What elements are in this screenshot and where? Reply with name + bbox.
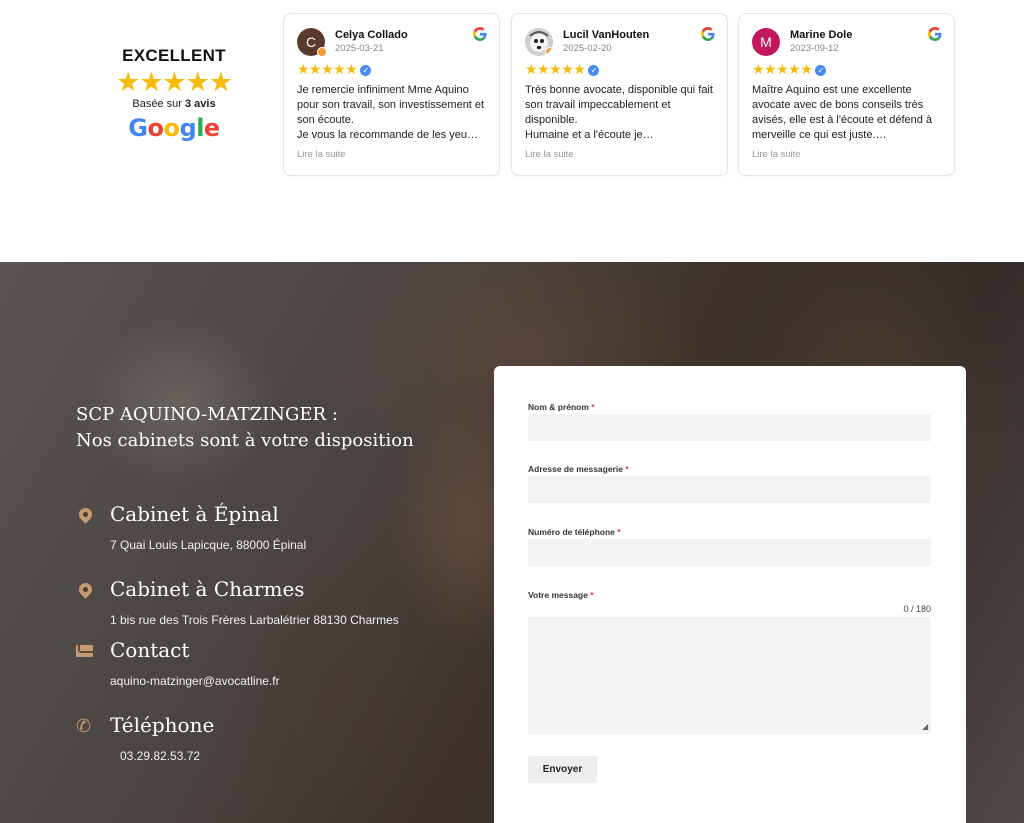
badge-icon [545,47,553,56]
rating-summary: EXCELLENT ★★★★★ Basée sur 3 avis Google [104,46,244,142]
email-field[interactable] [528,476,931,503]
read-more-link[interactable]: Lire la suite [297,149,346,160]
email-label-text: Adresse de messagerie [528,464,623,474]
review-date: 2025-03-21 [335,43,384,54]
google-g-icon [473,27,487,41]
reviewer-name: Lucil VanHouten [563,29,650,41]
google-logo-letter: o [163,114,181,142]
review-text: Je remercie infiniment Mme Aquino pour s… [297,84,485,141]
read-more-link[interactable]: Lire la suite [525,149,574,160]
google-g-icon [701,27,715,41]
required-mark: * [617,527,621,537]
message-label: Votre message * [528,590,594,600]
map-pin-icon [76,505,95,524]
contact-form: Nom & prénom * Adresse de messagerie * N… [494,366,966,823]
verified-check-icon: ✓ [815,65,827,76]
avatar: C [297,28,327,57]
phone-link[interactable]: 03.29.82.53.72 [120,749,200,763]
message-field[interactable] [528,617,931,734]
verified-check-icon: ✓ [588,65,600,76]
phone-label-text: Numéro de téléphone [528,527,615,537]
review-stars: ★★★★★ [297,61,358,77]
reviews-section: EXCELLENT ★★★★★ Basée sur 3 avis Google … [0,0,1024,262]
contact-title: SCP AQUINO-MATZINGER : Nos cabinets sont … [76,402,414,454]
review-stars: ★★★★★ [525,61,586,77]
google-logo-letter: e [203,114,220,142]
review-date: 2025-02-20 [563,43,612,54]
resize-handle-icon[interactable]: ◢ [922,722,928,731]
google-logo-letter: o [147,114,165,142]
required-mark: * [625,464,629,474]
reviewer-name: Celya Collado [335,29,408,41]
rating-label: EXCELLENT [122,46,226,65]
review-stars-icon: ★★★★★ ✓ [525,61,600,78]
character-counter: 0 / 180 [903,604,931,614]
name-label-text: Nom & prénom [528,402,589,412]
google-logo-letter: l [196,114,204,142]
office-heading: Téléphone [110,713,215,737]
email-label: Adresse de messagerie * [528,464,629,474]
contact-section: SCP AQUINO-MATZINGER : Nos cabinets sont … [0,262,1024,823]
avatar: M [752,28,780,56]
contact-title-line: SCP AQUINO-MATZINGER : [76,404,338,425]
review-count: Basée sur 3 avis [104,98,244,110]
badge-icon [317,47,327,57]
avatar [525,28,553,56]
verified-check-icon: ✓ [360,65,372,76]
map-pin-icon [76,580,95,599]
review-count-prefix: Basée sur [132,98,185,110]
review-stars-icon: ★★★★★ ✓ [297,61,372,78]
read-more-link[interactable]: Lire la suite [752,149,801,160]
review-stars-icon: ★★★★★ ✓ [752,61,827,78]
review-card: C Celya Collado 2025-03-21 ★★★★★ ✓ Je rem… [283,13,500,176]
phone-icon: ✆ [76,716,92,736]
google-g-icon [928,27,942,41]
review-date: 2023-09-12 [790,43,839,54]
office-heading: Contact [110,638,190,662]
review-stars: ★★★★★ [752,61,813,77]
google-logo-letter: G [128,114,148,142]
contact-title-line: Nos cabinets sont à votre disposition [76,430,414,451]
review-text: Très bonne avocate, disponible qui fait … [525,84,713,141]
review-text: Maître Aquino est une excellente avocate… [752,84,933,141]
review-card: M Marine Dole 2023-09-12 ★★★★★ ✓ Maître A… [738,13,955,176]
summary-stars-icon: ★★★★★ [115,67,233,97]
name-field[interactable] [528,414,931,441]
avatar-initial: C [305,34,317,50]
name-label: Nom & prénom * [528,402,595,412]
email-link[interactable]: aquino-matzinger@avocatline.fr [110,674,280,688]
review-card: Lucil VanHouten 2025-02-20 ★★★★★ ✓ Très b… [511,13,728,176]
office-address: 1 bis rue des Trois Frères Larbalétrier … [110,613,399,627]
reviewer-name: Marine Dole [790,29,853,41]
office-address: 7 Quai Louis Lapicque, 88000 Épinal [110,538,307,552]
phone-field[interactable] [528,539,931,566]
envelope-icon [76,642,94,660]
google-logo-letter: g [179,114,197,142]
phone-label: Numéro de téléphone * [528,527,621,537]
office-heading: Cabinet à Épinal [110,502,279,526]
google-logo: Google [104,114,244,142]
required-mark: * [590,590,594,600]
message-label-text: Votre message [528,590,588,600]
review-count-value: 3 avis [185,98,216,110]
required-mark: * [591,402,595,412]
submit-button[interactable]: Envoyer [528,756,597,783]
avatar-initial: M [760,34,772,50]
office-heading: Cabinet à Charmes [110,577,305,601]
